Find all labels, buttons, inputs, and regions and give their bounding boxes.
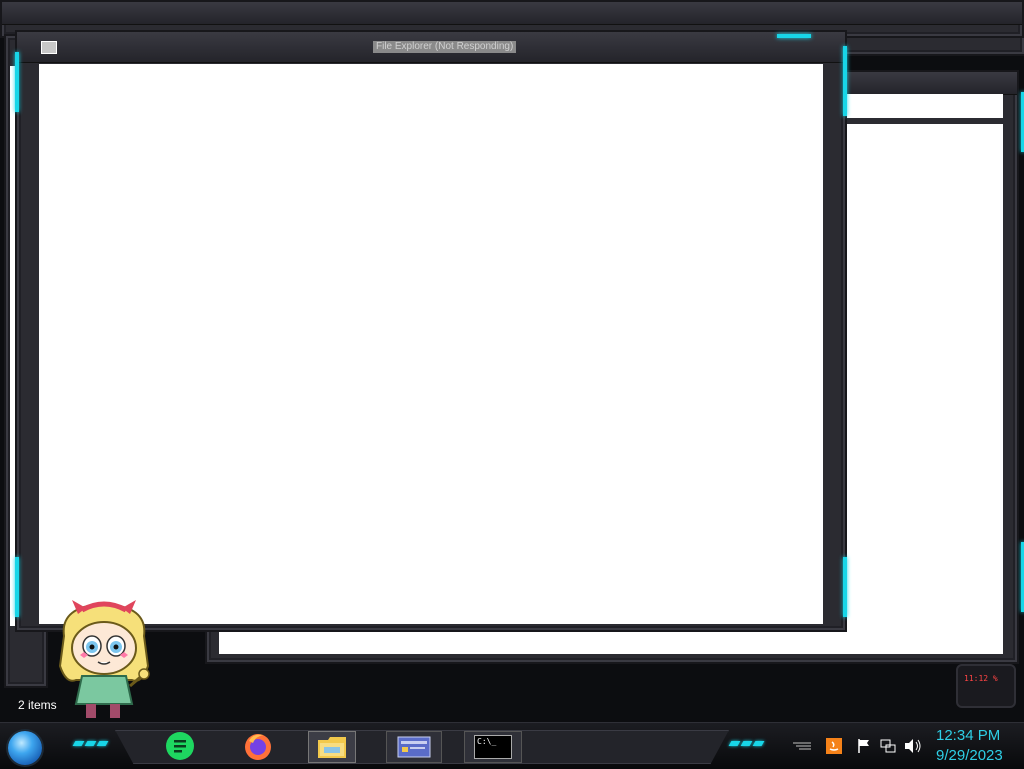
- window-accent-left-top: [15, 52, 19, 112]
- explorer-status-item-count: 2 items: [18, 698, 57, 712]
- background-explorer-bottom-strip: [219, 632, 1003, 654]
- volume-icon: [905, 739, 921, 753]
- folder-icon: [318, 737, 346, 758]
- taskbar: C:\_: [0, 722, 1024, 769]
- window-card-icon: [397, 736, 431, 758]
- taskbar-accent-left: [72, 741, 109, 746]
- background-explorer-address-bar[interactable]: [837, 94, 1003, 118]
- taskbar-accent-right: [728, 741, 765, 746]
- window-accent-right-top: [843, 46, 847, 116]
- taskbar-command-prompt-button[interactable]: C:\_: [464, 731, 522, 763]
- taskbar-notes-button[interactable]: [160, 731, 200, 761]
- firefox-icon: [245, 734, 271, 760]
- window-app-icon: [41, 41, 57, 54]
- tray-overflow-icon: [793, 742, 811, 750]
- clock-date[interactable]: 9/29/2023: [936, 747, 1003, 764]
- start-button[interactable]: [8, 731, 42, 765]
- file-explorer-window[interactable]: File Explorer (Not Responding): [15, 30, 847, 632]
- window-title: File Explorer (Not Responding): [373, 41, 517, 53]
- notes-app-icon: [166, 732, 194, 760]
- mascot-character-image: [58, 600, 150, 718]
- background-explorer-content[interactable]: [837, 124, 1003, 644]
- taskbar-control-panel-button[interactable]: [386, 731, 442, 763]
- tray-network-button[interactable]: [878, 731, 898, 761]
- window-accent-right-bottom: [843, 557, 847, 617]
- desktop-gadget[interactable]: 11:12 %: [956, 664, 1016, 708]
- taskbar-file-explorer-button[interactable]: [308, 731, 356, 763]
- tray-volume-button[interactable]: [902, 731, 924, 761]
- gadget-readout: 11:12 %: [964, 674, 998, 683]
- background-window-2-titlebar[interactable]: [2, 2, 1022, 25]
- flag-icon: [858, 739, 869, 753]
- window-titlebar[interactable]: File Explorer (Not Responding): [17, 32, 845, 63]
- taskbar-firefox-button[interactable]: [238, 731, 278, 761]
- tray-overflow-button[interactable]: [792, 731, 812, 761]
- tray-action-center-button[interactable]: [854, 731, 874, 761]
- clock-time[interactable]: 12:34 PM: [936, 727, 1000, 744]
- network-icon: [880, 739, 896, 753]
- window-client-area[interactable]: [39, 64, 823, 624]
- java-icon: [826, 738, 842, 754]
- tray-java-button[interactable]: [824, 731, 844, 761]
- terminal-icon: C:\_: [474, 735, 512, 759]
- titlebar-accent: [777, 34, 811, 38]
- window-accent-left-bottom: [15, 557, 19, 617]
